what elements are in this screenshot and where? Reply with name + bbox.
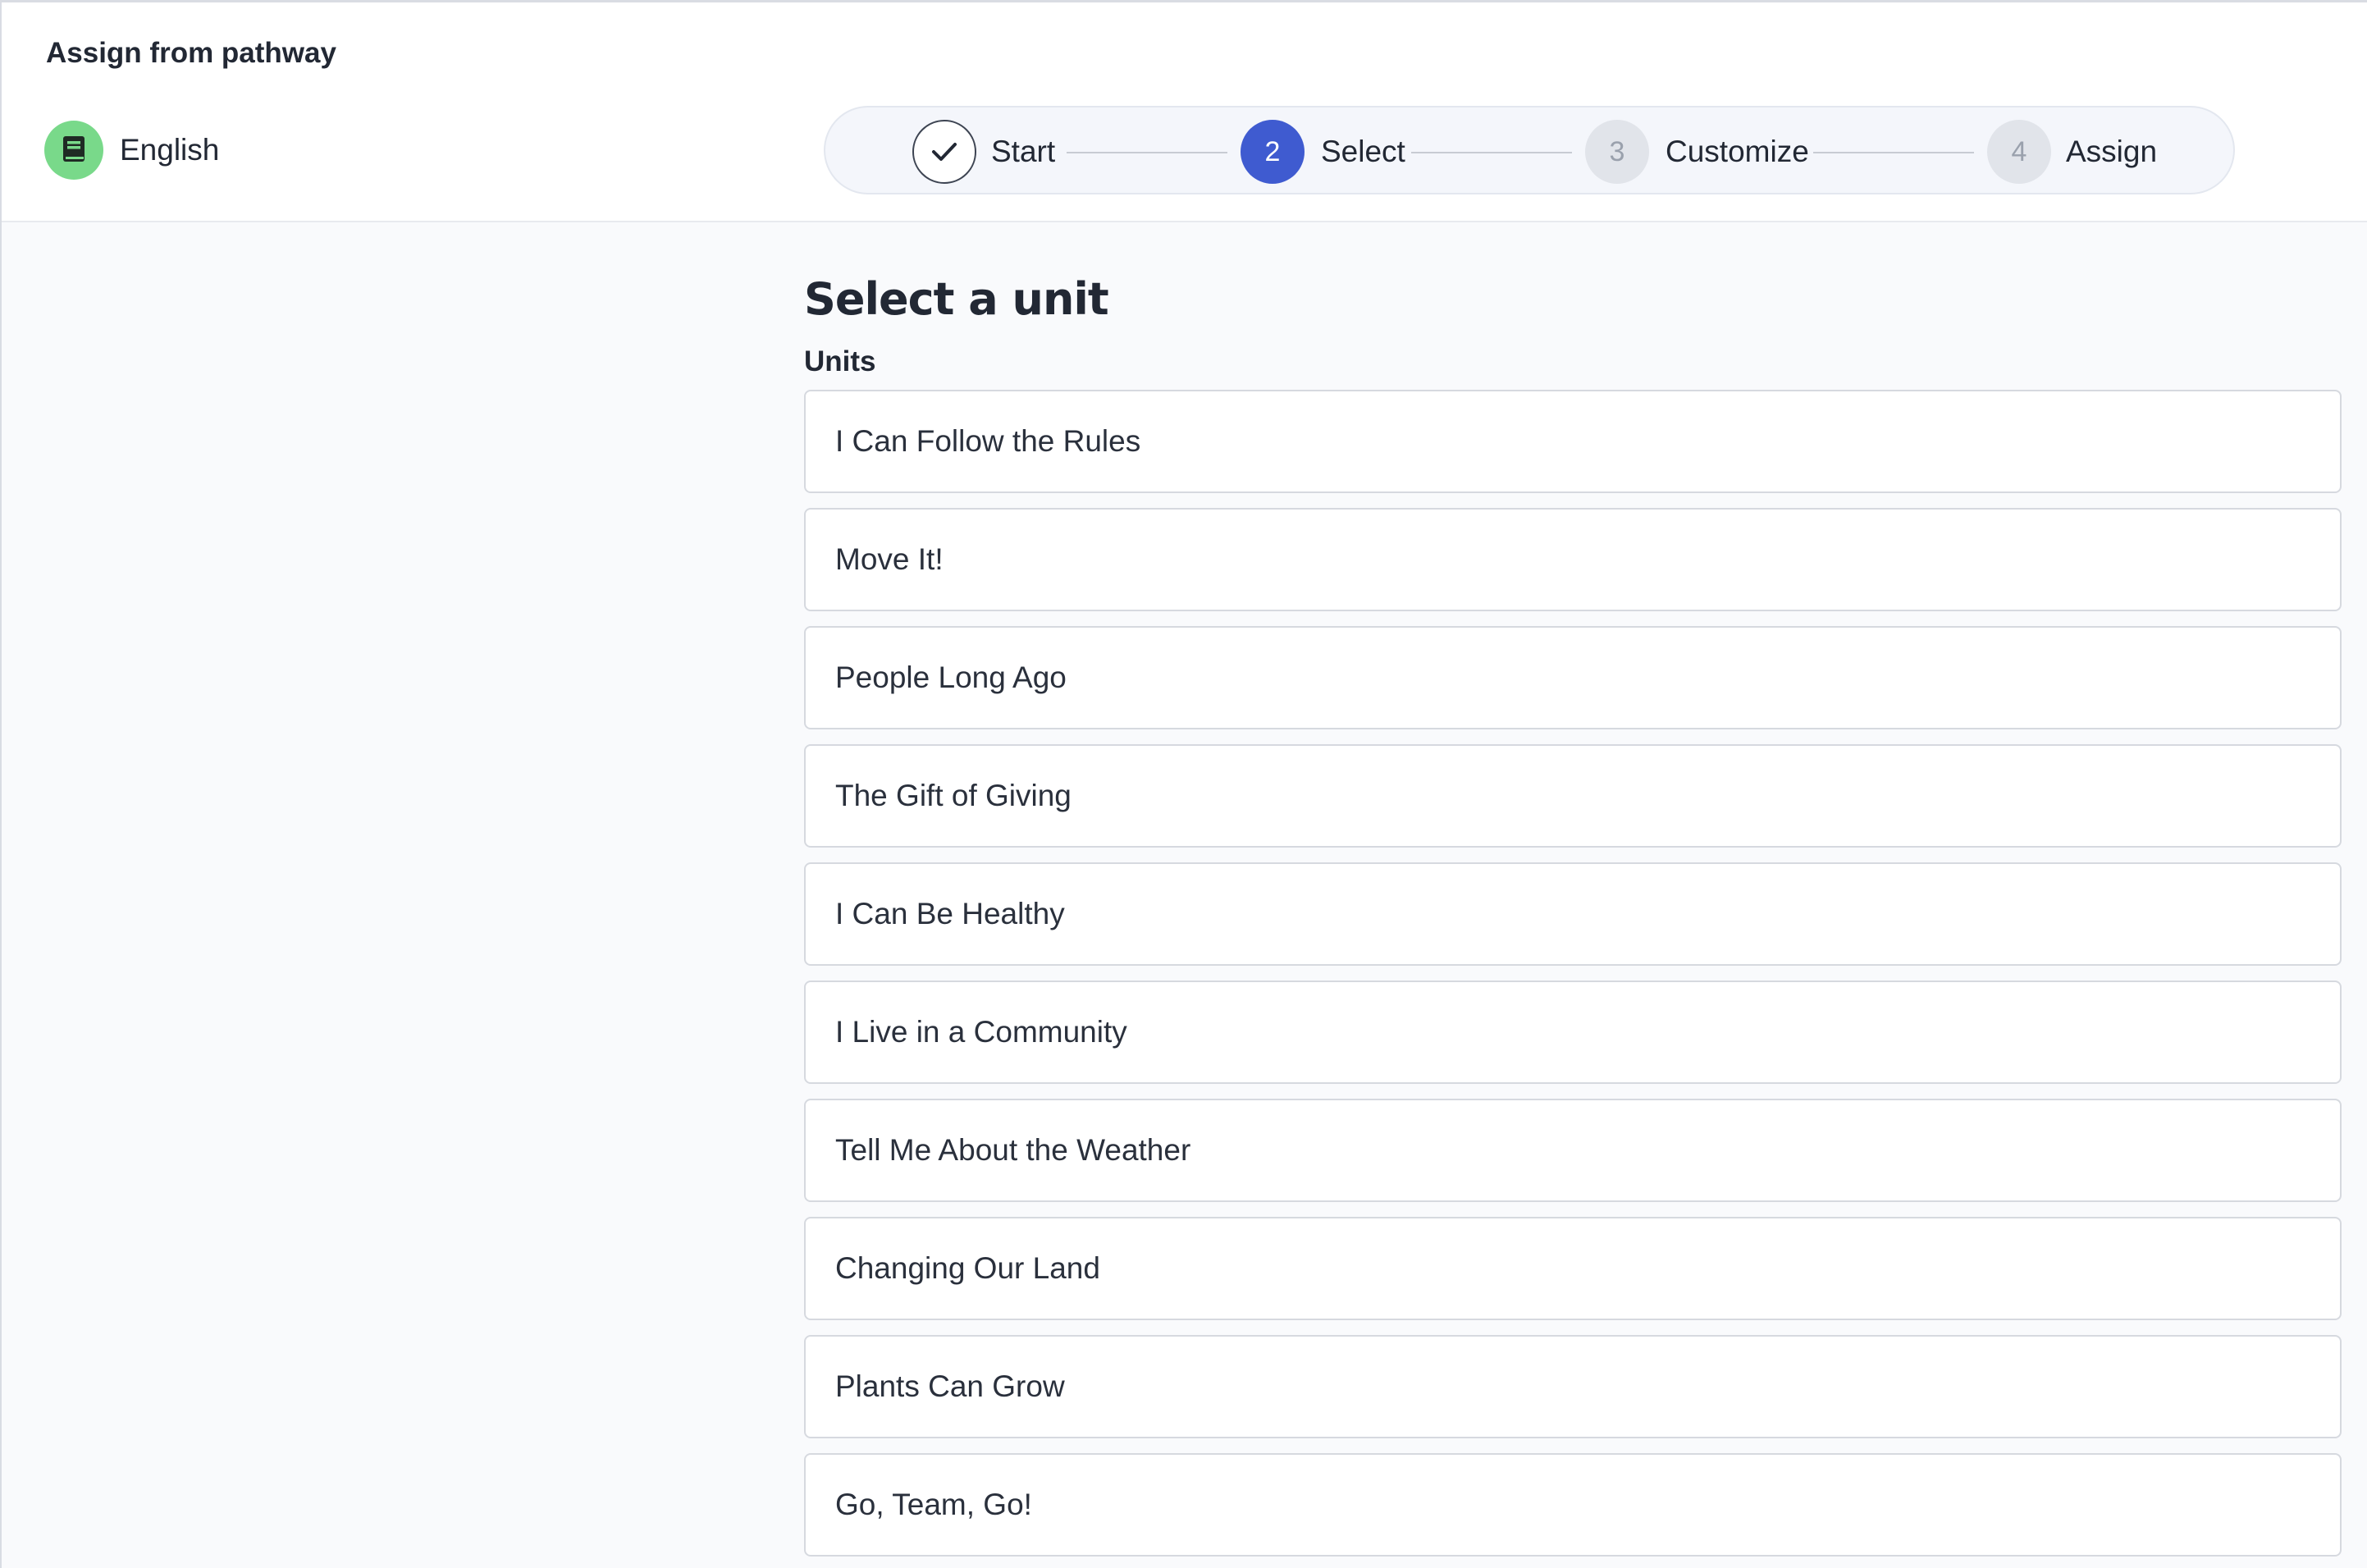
checkmark-icon [932, 143, 957, 161]
unit-option[interactable]: I Can Be Healthy [804, 862, 2342, 966]
step-customize: 3 [1585, 120, 1649, 184]
step-connector [1067, 152, 1227, 153]
step-start-completed [912, 120, 976, 184]
header: Assign from pathway English Start 2 Sele… [2, 2, 2367, 222]
step-select-active: 2 [1241, 120, 1305, 184]
step-select-number: 2 [1264, 135, 1281, 167]
progress-stepper: Start 2 Select 3 Customize 4 Assign [824, 106, 2235, 194]
step-connector [1411, 152, 1572, 153]
unit-list: I Can Follow the Rules Move It! People L… [804, 390, 2342, 1557]
unit-option[interactable]: The Gift of Giving [804, 744, 2342, 848]
units-list-label: Units [804, 345, 876, 377]
step-customize-number: 3 [1609, 135, 1625, 167]
step-assign: 4 [1987, 120, 2051, 184]
main-content: Select a unit Units I Can Follow the Rul… [804, 265, 2342, 1568]
step-customize-label: Customize [1666, 135, 1809, 168]
page-title: Assign from pathway [46, 37, 336, 69]
step-select-label: Select [1321, 135, 1405, 168]
book-icon [44, 121, 103, 180]
step-connector [1813, 152, 1974, 153]
subject-info: English [44, 121, 219, 180]
unit-option[interactable]: Changing Our Land [804, 1217, 2342, 1320]
unit-option[interactable]: I Can Follow the Rules [804, 390, 2342, 493]
step-assign-label: Assign [2066, 135, 2158, 168]
unit-option[interactable]: I Live in a Community [804, 981, 2342, 1084]
step-start-label: Start [991, 135, 1056, 168]
unit-option[interactable]: Go, Team, Go! [804, 1453, 2342, 1557]
unit-option[interactable]: Plants Can Grow [804, 1335, 2342, 1438]
subject-label: English [120, 133, 220, 167]
unit-option[interactable]: People Long Ago [804, 626, 2342, 729]
assign-from-pathway-page: Assign from pathway English Start 2 Sele… [0, 0, 2367, 1568]
step-assign-number: 4 [2011, 135, 2027, 167]
section-heading: Select a unit [804, 273, 1109, 325]
unit-option[interactable]: Tell Me About the Weather [804, 1099, 2342, 1202]
unit-option[interactable]: Move It! [804, 508, 2342, 611]
